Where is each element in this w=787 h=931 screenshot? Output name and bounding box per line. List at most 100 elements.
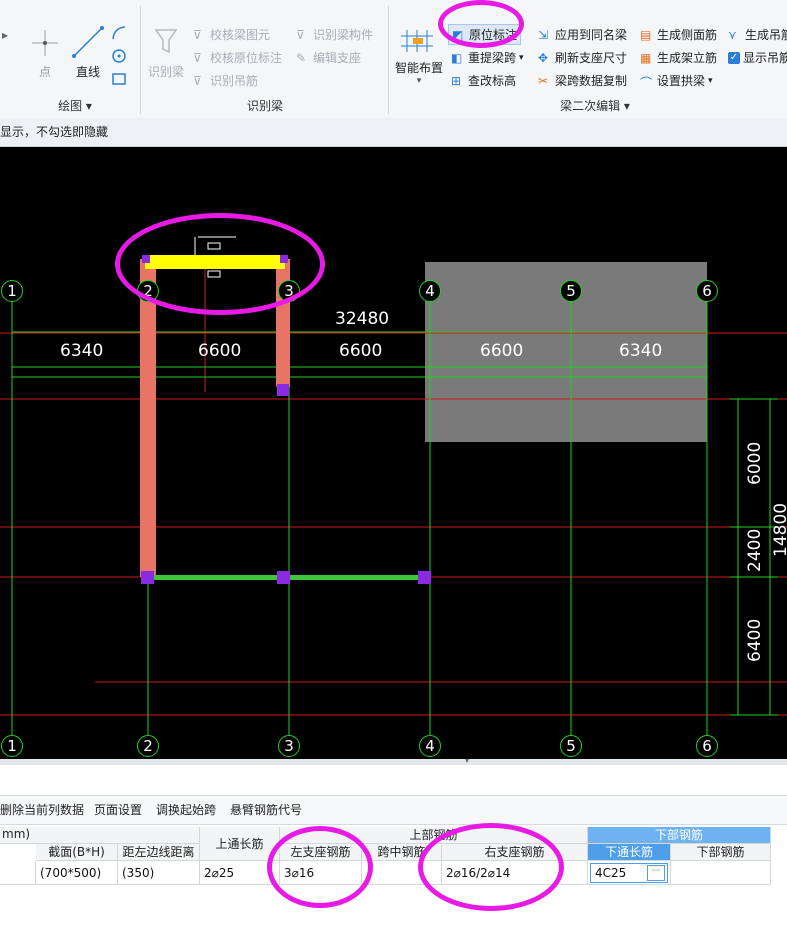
point-label: 点 [38, 65, 51, 79]
dropdown-arrow-icon: ▾ [416, 76, 422, 86]
axis-bubble-1: 1 [1, 735, 23, 757]
apply-same-name-button[interactable]: ⇲ 应用到同名梁 [538, 26, 627, 43]
span-icon: ◧ [451, 50, 463, 65]
vert-total-label: 14800 [771, 502, 787, 557]
axis-bubble-6: 6 [696, 280, 718, 302]
annotation-oval-left-support [267, 826, 373, 908]
axis-bubble-2: 2 [137, 735, 159, 757]
col-bottom-through-header: 下通长筋 [588, 844, 671, 861]
identify-hanger-button[interactable]: ⊽ 识别吊筋 [193, 72, 258, 89]
identify-beam-tool[interactable]: 识别梁 [146, 24, 186, 80]
separator [140, 6, 141, 114]
elevation-icon: ⊞ [451, 73, 462, 88]
line-icon [72, 26, 104, 58]
swap-start-span-button[interactable]: 调换起始跨 [156, 796, 216, 824]
cell-bottom-through[interactable]: 4C25 ··· [588, 861, 671, 885]
line-tool[interactable]: 直线 [68, 24, 108, 80]
circle-tool[interactable] [110, 47, 128, 65]
span-dim-label: 6340 [60, 341, 104, 361]
total-dim-label: 32480 [335, 309, 390, 329]
splitter-handle-icon[interactable]: ▾ [465, 756, 469, 765]
separator [388, 6, 389, 114]
edit-support-icon: ✎ [296, 50, 307, 65]
status-bar: 显示，不勾选即隐藏 [0, 118, 787, 147]
check-elevation-button[interactable]: ⊞ 查改标高 [451, 72, 516, 89]
gen-side-rebar-button[interactable]: ▤ 生成侧面筋 [640, 26, 717, 43]
axis-bubble-6: 6 [696, 735, 718, 757]
circle-icon [112, 49, 126, 63]
edit-group-label[interactable]: 梁二次编辑 ▾ [540, 97, 650, 113]
span-dim-label: 6600 [198, 341, 242, 361]
span-dim-label: 6600 [339, 341, 383, 361]
cell-section[interactable]: (700*500) [36, 861, 118, 885]
arc-tool[interactable] [110, 24, 128, 42]
unit-header: mm) [0, 827, 200, 844]
vert-dim-label: 2400 [745, 528, 765, 572]
annotation-oval-ribbon [438, 0, 524, 48]
cell-bottom-rebar[interactable] [671, 861, 771, 885]
annotation-oval-beam [115, 213, 325, 315]
checkbox-checked-icon: ✓ [728, 51, 740, 64]
vert-dim-label: 6000 [745, 441, 765, 485]
erect-rebar-icon: ▦ [640, 50, 652, 65]
smart-layout-label: 智能布置 [394, 61, 443, 75]
point-icon [32, 30, 58, 56]
axis-bubble-5: 5 [560, 280, 582, 302]
edit-support-button[interactable]: ✎ 编辑支座 [296, 49, 361, 66]
identify-group-label: 识别梁 [246, 99, 283, 113]
draw-group-label[interactable]: 绘图 ▾ [40, 97, 110, 113]
smart-layout-tool[interactable]: 智能布置 ▾ [393, 26, 445, 90]
ellipsis-icon[interactable]: ··· [647, 865, 665, 881]
gen-erect-rebar-button[interactable]: ▦ 生成架立筋 [640, 49, 717, 66]
panel-splitter[interactable] [0, 759, 787, 765]
rectangle-icon [112, 73, 126, 85]
span-dim-label: 6600 [480, 341, 524, 361]
gen-hanger-button[interactable]: ⋎生成吊筋 [728, 26, 787, 43]
side-rebar-icon: ▤ [640, 27, 652, 42]
copy-icon: ✂ [538, 73, 549, 88]
identify-beam-icon [154, 29, 178, 54]
cad-drawing[interactable] [0, 147, 787, 759]
rect-tool[interactable] [110, 70, 128, 88]
span-dim-label: 6340 [619, 341, 663, 361]
col-left-dist-header: 距左边线距离 [118, 844, 200, 861]
col-section-header: 截面(B*H) [36, 844, 118, 861]
identify-member-button[interactable]: ⊽ 识别梁构件 [296, 26, 373, 43]
dropdown-arrow-icon: ▾ [519, 52, 524, 63]
refresh-icon: ✥ [538, 50, 549, 65]
check-inplace-icon: ⊽ [193, 50, 202, 65]
point-tool[interactable]: 点 [28, 24, 62, 80]
table-toolbar: 删除当前列数据 页面设置 调换起始跨 悬臂钢筋代号 [0, 795, 787, 825]
apply-icon: ⇲ [538, 27, 549, 42]
identify-member-icon: ⊽ [296, 27, 305, 42]
cell-left-dist[interactable]: (350) [118, 861, 200, 885]
show-hanger-checkbox[interactable]: ✓ 显示吊筋 [728, 49, 787, 66]
line-label: 直线 [75, 65, 100, 79]
axis-bubble-1: 1 [1, 280, 23, 302]
identify-beam-label: 识别梁 [147, 65, 184, 79]
annotation-oval-right-support [418, 823, 564, 911]
span-copy-button[interactable]: ✂ 梁跨数据复制 [538, 72, 627, 89]
bottom-through-input[interactable]: 4C25 ··· [590, 863, 668, 883]
set-arch-button[interactable]: ⌒ 设置拱梁 ▾ [640, 72, 713, 90]
page-setup-button[interactable]: 页面设置 [94, 796, 142, 824]
drawing-canvas[interactable]: 123456 123456 32480 6340 6600 6600 6600 6340… [0, 147, 787, 759]
ribbon: ▸ 点 直线 绘图 ▾ 识别梁 ⊽ 校核梁图元 ⊽ 校核原位标注 ⊽ 识别吊筋 ⊽ 识别… [0, 0, 787, 119]
refresh-support-button[interactable]: ✥ 刷新支座尺寸 [538, 49, 627, 66]
arch-icon: ⌒ [640, 75, 653, 90]
cantilever-code-button[interactable]: 悬臂钢筋代号 [230, 796, 302, 824]
bottom-rebar-group-header: 下部钢筋 [588, 827, 771, 844]
collapse-arrow[interactable]: ▸ [2, 28, 8, 42]
hanger-rebar-icon: ⋎ [728, 27, 737, 42]
axis-bubble-3: 3 [278, 735, 300, 757]
delete-column-button[interactable]: 删除当前列数据 [0, 796, 84, 824]
dropdown-arrow-icon: ▾ [708, 75, 713, 86]
hanger-icon: ⊽ [193, 73, 202, 88]
axis-bubble-5: 5 [560, 735, 582, 757]
beam-vertical-axis2[interactable] [140, 259, 156, 577]
check-inplace-button[interactable]: ⊽ 校核原位标注 [193, 49, 282, 66]
check-beam-icon: ⊽ [193, 27, 202, 42]
check-beam-elem-button[interactable]: ⊽ 校核梁图元 [193, 26, 270, 43]
axis-bubble-4: 4 [419, 280, 441, 302]
re-extract-span-button[interactable]: ◧ 重提梁跨 ▾ [451, 49, 524, 66]
